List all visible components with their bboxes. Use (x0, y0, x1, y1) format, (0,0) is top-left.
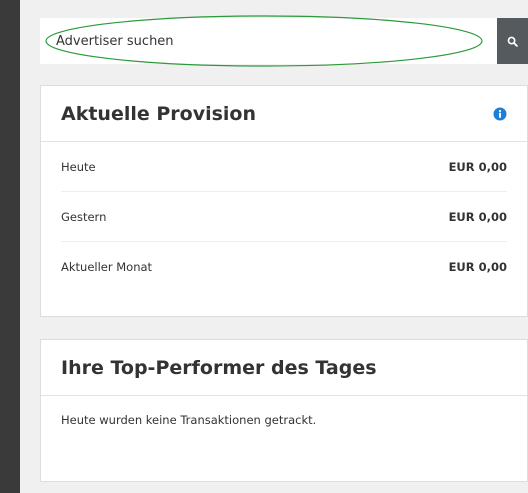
row-value: EUR 0,00 (448, 260, 507, 274)
row-label: Aktueller Monat (61, 260, 153, 274)
card-header: Aktuelle Provision (41, 86, 527, 142)
commission-row-today: Heute EUR 0,00 (61, 142, 507, 192)
advertiser-search (40, 18, 528, 64)
card-header: Ihre Top-Performer des Tages (41, 340, 527, 396)
commission-list: Heute EUR 0,00 Gestern EUR 0,00 Aktuelle… (41, 142, 527, 292)
commission-row-yesterday: Gestern EUR 0,00 (61, 192, 507, 242)
search-button[interactable] (497, 18, 528, 64)
advertiser-search-input[interactable] (40, 18, 497, 64)
dashboard-page: Aktuelle Provision Heute EUR 0,00 Gester… (20, 0, 528, 493)
card-title: Ihre Top-Performer des Tages (61, 356, 377, 379)
row-value: EUR 0,00 (448, 209, 507, 224)
row-label: Heute (61, 159, 96, 174)
top-performer-card: Ihre Top-Performer des Tages Heute wurde… (40, 339, 528, 482)
row-value: EUR 0,00 (448, 159, 507, 174)
info-icon[interactable] (493, 107, 507, 121)
empty-message: Heute wurden keine Transaktionen getrack… (61, 413, 317, 427)
row-label: Gestern (61, 209, 107, 224)
card-title: Aktuelle Provision (61, 102, 257, 125)
commission-row-current-month: Aktueller Monat EUR 0,00 (61, 242, 507, 292)
current-commission-card: Aktuelle Provision Heute EUR 0,00 Gester… (40, 85, 528, 317)
search-icon (507, 36, 518, 47)
